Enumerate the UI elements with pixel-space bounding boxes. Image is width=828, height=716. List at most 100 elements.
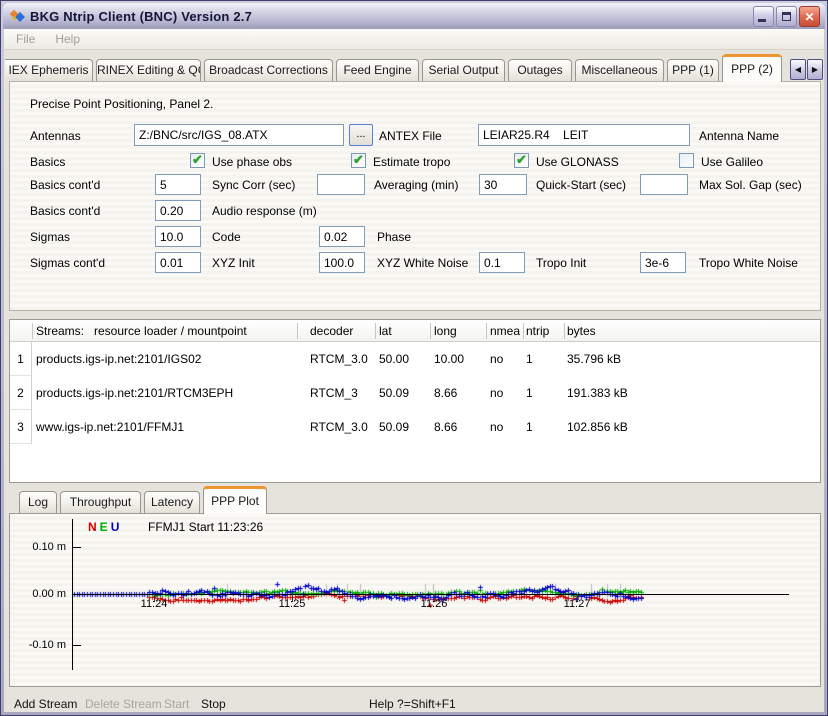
audio-response-input[interactable] bbox=[155, 200, 201, 221]
close-button[interactable]: ✕ bbox=[799, 6, 820, 27]
main-tab-strip: IEX Ephemeris RINEX Editing & QC Broadca… bbox=[5, 53, 823, 81]
sync-corr-input[interactable] bbox=[155, 174, 201, 195]
cell-bytes: 35.796 kB bbox=[567, 352, 621, 366]
antenna-name-input[interactable] bbox=[478, 124, 690, 146]
averaging-label: Averaging (min) bbox=[374, 178, 458, 192]
tab-latency[interactable]: Latency bbox=[144, 491, 200, 513]
averaging-input[interactable] bbox=[317, 174, 365, 195]
checkbox-use-glonass[interactable] bbox=[514, 153, 529, 168]
tab-rinex-editing-qc[interactable]: RINEX Editing & QC bbox=[96, 59, 201, 81]
y-tick-mark bbox=[73, 645, 81, 646]
window-title: BKG Ntrip Client (BNC) Version 2.7 bbox=[30, 9, 252, 24]
xtick-label-1127: 11:27 bbox=[557, 598, 597, 610]
cell-mountpoint: www.igs-ip.net:2101/FFMJ1 bbox=[36, 420, 184, 434]
row-number: 3 bbox=[10, 410, 32, 444]
maximize-button[interactable] bbox=[776, 6, 797, 27]
checkbox-use-galileo[interactable] bbox=[679, 153, 694, 168]
xyz-white-noise-input[interactable] bbox=[319, 252, 365, 273]
cell-lat: 50.09 bbox=[379, 420, 409, 434]
cell-bytes: 102.856 kB bbox=[567, 420, 628, 434]
sigma-code-label: Code bbox=[212, 230, 241, 244]
cell-decoder: RTCM_3 bbox=[310, 386, 358, 400]
col-header-long[interactable]: long bbox=[434, 324, 457, 338]
streams-table-header: Streams: resource loader / mountpoint de… bbox=[10, 320, 820, 342]
col-header-bytes[interactable]: bytes bbox=[567, 324, 596, 338]
tab-serial-output[interactable]: Serial Output bbox=[422, 59, 505, 81]
help-hint: Help ?=Shift+F1 bbox=[369, 697, 456, 711]
tropo-white-noise-input[interactable] bbox=[640, 252, 686, 273]
sigma-phase-input[interactable] bbox=[319, 226, 365, 247]
tab-rinex-ephemeris[interactable]: IEX Ephemeris bbox=[5, 59, 93, 81]
max-sol-gap-label: Max Sol. Gap (sec) bbox=[699, 178, 802, 192]
tropo-init-label: Tropo Init bbox=[536, 256, 586, 270]
legend-up: U bbox=[111, 520, 120, 534]
use-galileo-label: Use Galileo bbox=[701, 155, 763, 169]
tab-ppp-2[interactable]: PPP (2) bbox=[722, 54, 782, 82]
titlebar[interactable]: BKG Ntrip Client (BNC) Version 2.7 ✕ bbox=[3, 3, 825, 29]
add-stream-button[interactable]: Add Stream bbox=[14, 697, 77, 711]
checkbox-use-phase-obs[interactable] bbox=[190, 153, 205, 168]
table-row[interactable]: 1 products.igs-ip.net:2101/IGS02 RTCM_3.… bbox=[10, 342, 820, 376]
cell-nmea: no bbox=[490, 420, 503, 434]
stop-button[interactable]: Stop bbox=[201, 697, 226, 711]
xyz-init-input[interactable] bbox=[155, 252, 201, 273]
tab-miscellaneous[interactable]: Miscellaneous bbox=[575, 59, 664, 81]
xyz-init-label: XYZ Init bbox=[212, 256, 255, 270]
cell-ntrip: 1 bbox=[526, 420, 533, 434]
cell-mountpoint: products.igs-ip.net:2101/IGS02 bbox=[36, 352, 201, 366]
tab-outages[interactable]: Outages bbox=[508, 59, 572, 81]
col-header-decoder[interactable]: decoder bbox=[310, 324, 353, 338]
antex-file-label: ANTEX File bbox=[379, 129, 442, 143]
client-area: IEX Ephemeris RINEX Editing & QC Broadca… bbox=[4, 50, 824, 712]
minimize-button[interactable] bbox=[753, 6, 774, 27]
ytick-label-000: 0.00 m bbox=[14, 588, 66, 600]
ytick-label-010: 0.10 m bbox=[14, 541, 66, 553]
browse-button[interactable]: ... bbox=[349, 124, 373, 146]
tab-scroll-left-button[interactable]: ◀ bbox=[790, 59, 806, 80]
y-tick-mark bbox=[73, 547, 81, 548]
col-header-nmea[interactable]: nmea bbox=[490, 324, 520, 338]
tropo-init-input[interactable] bbox=[479, 252, 525, 273]
row-number: 1 bbox=[10, 342, 32, 376]
table-row[interactable]: 2 products.igs-ip.net:2101/RTCM3EPH RTCM… bbox=[10, 376, 820, 410]
tab-feed-engine[interactable]: Feed Engine bbox=[336, 59, 419, 81]
delete-stream-button: Delete Stream bbox=[85, 697, 162, 711]
use-glonass-label: Use GLONASS bbox=[536, 155, 619, 169]
cell-mountpoint: products.igs-ip.net:2101/RTCM3EPH bbox=[36, 386, 233, 400]
sync-corr-label: Sync Corr (sec) bbox=[212, 178, 295, 192]
tab-ppp-plot[interactable]: PPP Plot bbox=[203, 486, 267, 514]
quick-start-input[interactable] bbox=[479, 174, 527, 195]
max-sol-gap-input[interactable] bbox=[640, 174, 688, 195]
col-header-mountpoint[interactable]: Streams: resource loader / mountpoint bbox=[36, 324, 247, 338]
checkbox-estimate-tropo[interactable] bbox=[351, 153, 366, 168]
cell-decoder: RTCM_3.0 bbox=[310, 352, 368, 366]
tab-broadcast-corrections[interactable]: Broadcast Corrections bbox=[204, 59, 333, 81]
cell-long: 8.66 bbox=[434, 386, 457, 400]
sigma-code-input[interactable] bbox=[155, 226, 201, 247]
cell-lat: 50.00 bbox=[379, 352, 409, 366]
table-row[interactable]: 3 www.igs-ip.net:2101/FFMJ1 RTCM_3.0 50.… bbox=[10, 410, 820, 444]
audio-response-label: Audio response (m) bbox=[212, 204, 317, 218]
cell-nmea: no bbox=[490, 386, 503, 400]
cell-long: 8.66 bbox=[434, 420, 457, 434]
maximize-icon bbox=[782, 12, 791, 21]
cell-lat: 50.09 bbox=[379, 386, 409, 400]
cell-ntrip: 1 bbox=[526, 386, 533, 400]
menu-item-help[interactable]: Help bbox=[55, 32, 80, 46]
basics-contd1-label: Basics cont'd bbox=[30, 178, 100, 192]
tab-log[interactable]: Log bbox=[19, 491, 57, 513]
xtick-label-1124: 11:24 bbox=[134, 598, 174, 610]
zero-line bbox=[72, 594, 789, 595]
tab-throughput[interactable]: Throughput bbox=[60, 491, 141, 513]
col-header-ntrip[interactable]: ntrip bbox=[526, 324, 549, 338]
menu-item-file[interactable]: File bbox=[16, 32, 35, 46]
antex-file-input[interactable] bbox=[134, 124, 344, 146]
sigmas-contd-label: Sigmas cont'd bbox=[30, 256, 105, 270]
tab-ppp-1[interactable]: PPP (1) bbox=[667, 59, 719, 81]
sigmas-label: Sigmas bbox=[30, 230, 70, 244]
menubar: File Help bbox=[4, 29, 824, 50]
ppp-plot-panel: 0.10 m 0.00 m -0.10 m 11:24 11:25 11:26 … bbox=[9, 513, 821, 687]
tab-scroll-right-button[interactable]: ▶ bbox=[807, 59, 823, 80]
cell-decoder: RTCM_3.0 bbox=[310, 420, 368, 434]
col-header-lat[interactable]: lat bbox=[379, 324, 392, 338]
